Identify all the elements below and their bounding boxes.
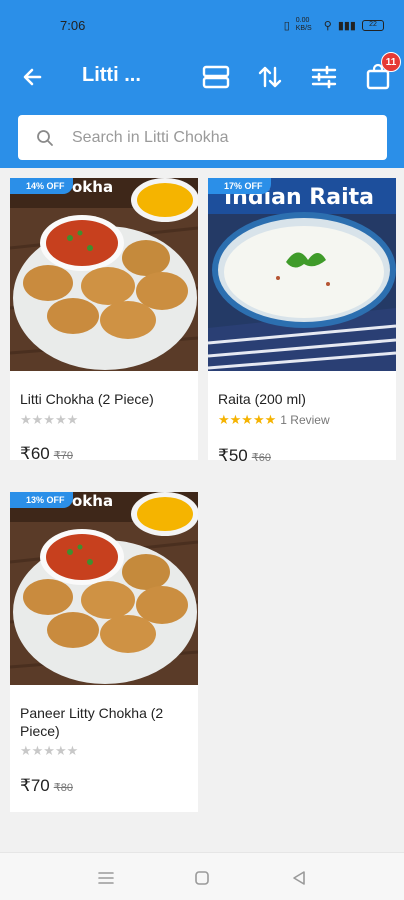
mrp-value: ₹70 [53, 450, 73, 462]
menu-icon [98, 872, 114, 884]
sort-button[interactable] [255, 62, 285, 92]
product-image[interactable]: Indian Raita 17% OFF [208, 178, 396, 371]
rating-stars: ★★★★★ [20, 412, 78, 428]
view-toggle-button[interactable] [201, 62, 231, 92]
net-speed: 0.00 KB/S [295, 17, 312, 32]
image-caption: okha [72, 492, 113, 510]
price-value: ₹50 [218, 446, 248, 465]
back-button[interactable] [18, 62, 48, 92]
search-bar[interactable] [18, 115, 387, 160]
home-button[interactable] [191, 867, 213, 889]
rating-stars: ★★★★★ 1 Review [218, 412, 330, 428]
status-time: 7:06 [60, 18, 86, 33]
back-arrow-icon [23, 68, 42, 86]
status-bar: 7:06 ▯ 0.00 KB/S ⚲ ▮▮▮ 22 [0, 0, 404, 50]
price: ₹70 ₹80 [20, 776, 73, 796]
mrp-value: ₹80 [53, 782, 73, 794]
product-card[interactable]: okha 13% OFF Paneer Litty Chokha (2 Piec… [10, 492, 198, 812]
status-icons: ▯ 0.00 KB/S ⚲ ▮▮▮ 22 [284, 17, 384, 33]
price-value: ₹60 [20, 444, 50, 463]
wifi-icon: ⚲ [323, 19, 332, 32]
price-value: ₹70 [20, 776, 50, 795]
mrp-value: ₹60 [251, 452, 271, 464]
discount-badge: 13% OFF [10, 492, 73, 508]
product-name[interactable]: Paneer Litty Chokha (2 Piece) [20, 704, 192, 740]
view-toggle-icon [202, 65, 230, 89]
system-nav-bar [0, 852, 404, 900]
home-square-icon [195, 871, 209, 885]
filter-button[interactable] [309, 62, 339, 92]
search-input[interactable] [72, 128, 352, 147]
product-image[interactable]: okha 13% OFF [10, 492, 198, 685]
cart-button[interactable]: 11 [363, 52, 401, 92]
app-bar: Litti ... 11 [0, 50, 404, 168]
product-name[interactable]: Raita (200 ml) [218, 390, 390, 408]
product-card[interactable]: okha 14% OFF Litti Chokha (2 Piece) ★★★★… [10, 178, 198, 463]
signal-icon: ▮▮▮ [337, 19, 356, 32]
back-triangle-icon [293, 871, 305, 885]
search-icon [37, 129, 53, 146]
filter-icon [311, 65, 337, 89]
star-icon: ★★★★★ [20, 743, 79, 758]
sort-icon [258, 66, 282, 88]
product-image[interactable]: okha 14% OFF [10, 178, 198, 371]
rating-stars: ★★★★★ [20, 743, 78, 759]
price: ₹50 ₹60 [218, 446, 271, 466]
product-card[interactable]: Indian Raita 17% OFF Raita (200 ml) ★★★★… [208, 178, 396, 465]
battery-icon: 22 [362, 19, 384, 31]
cart-count-badge: 11 [381, 52, 401, 72]
vibrate-icon: ▯ [283, 19, 290, 32]
page-title: Litti ... [82, 64, 141, 86]
discount-badge: 14% OFF [10, 178, 73, 194]
image-caption: okha [72, 178, 113, 196]
discount-badge: 17% OFF [208, 178, 271, 194]
star-icon: ★★★★★ [20, 412, 79, 427]
recents-button[interactable] [95, 867, 117, 889]
back-nav-button[interactable] [288, 867, 310, 889]
star-icon: ★★★★★ [218, 412, 277, 427]
review-count: 1 Review [280, 413, 330, 427]
product-name[interactable]: Litti Chokha (2 Piece) [20, 390, 192, 408]
price: ₹60 ₹70 [20, 444, 73, 464]
